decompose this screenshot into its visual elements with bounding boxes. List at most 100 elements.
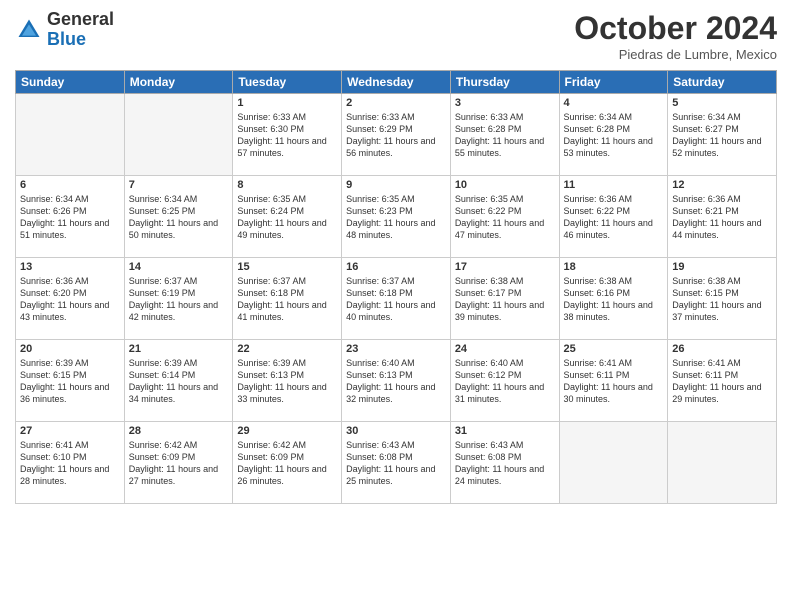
table-row: 3Sunrise: 6:33 AMSunset: 6:28 PMDaylight…	[450, 94, 559, 176]
table-row: 17Sunrise: 6:38 AMSunset: 6:17 PMDayligh…	[450, 258, 559, 340]
table-row: 21 Sunrise: 6:39 AMSunset: 6:14 PMDayligh…	[124, 340, 233, 422]
logo-text: General Blue	[47, 10, 114, 50]
col-monday: Monday	[124, 71, 233, 94]
day-info: Sunrise: 6:33 AMSunset: 6:30 PMDaylight:…	[237, 111, 337, 160]
logo-blue: Blue	[47, 29, 86, 49]
day-number: 30	[346, 425, 446, 437]
day-number: 6	[20, 179, 120, 191]
table-row: 18 Sunrise: 6:38 AMSunset: 6:16 PMDayligh…	[559, 258, 668, 340]
table-row: 23Sunrise: 6:40 AMSunset: 6:13 PMDayligh…	[342, 340, 451, 422]
logo: General Blue	[15, 10, 114, 50]
calendar-week-row: 1 Sunrise: 6:33 AMSunset: 6:30 PMDaylight…	[16, 94, 777, 176]
month-title: October 2024	[574, 10, 777, 47]
table-row: 2Sunrise: 6:33 AMSunset: 6:29 PMDaylight…	[342, 94, 451, 176]
day-info: Sunrise: 6:37 AMSunset: 6:18 PMDaylight:…	[346, 275, 446, 324]
col-saturday: Saturday	[668, 71, 777, 94]
day-number: 15	[237, 261, 337, 273]
table-row: 8 Sunrise: 6:35 AMSunset: 6:24 PMDaylight…	[233, 176, 342, 258]
table-row: 29 Sunrise: 6:42 AMSunset: 6:09 PMDayligh…	[233, 422, 342, 504]
day-info: Sunrise: 6:34 AMSunset: 6:25 PMDaylight:…	[129, 193, 229, 242]
table-row: 19 Sunrise: 6:38 AMSunset: 6:15 PMDayligh…	[668, 258, 777, 340]
day-info: Sunrise: 6:41 AMSunset: 6:11 PMDaylight:…	[672, 357, 772, 406]
table-row: 22Sunrise: 6:39 AMSunset: 6:13 PMDayligh…	[233, 340, 342, 422]
day-number: 27	[20, 425, 120, 437]
day-number: 28	[129, 425, 229, 437]
table-row: 28Sunrise: 6:42 AMSunset: 6:09 PMDayligh…	[124, 422, 233, 504]
table-row: 9 Sunrise: 6:35 AMSunset: 6:23 PMDaylight…	[342, 176, 451, 258]
day-number: 5	[672, 97, 772, 109]
day-info: Sunrise: 6:36 AMSunset: 6:20 PMDaylight:…	[20, 275, 120, 324]
logo-general: General	[47, 9, 114, 29]
table-row: 6 Sunrise: 6:34 AMSunset: 6:26 PMDaylight…	[16, 176, 125, 258]
table-row: 26 Sunrise: 6:41 AMSunset: 6:11 PMDayligh…	[668, 340, 777, 422]
day-number: 1	[237, 97, 337, 109]
day-number: 23	[346, 343, 446, 355]
table-row	[124, 94, 233, 176]
day-number: 26	[672, 343, 772, 355]
day-info: Sunrise: 6:38 AMSunset: 6:15 PMDaylight:…	[672, 275, 772, 324]
day-info: Sunrise: 6:34 AMSunset: 6:26 PMDaylight:…	[20, 193, 120, 242]
day-info: Sunrise: 6:35 AMSunset: 6:23 PMDaylight:…	[346, 193, 446, 242]
day-info: Sunrise: 6:39 AMSunset: 6:13 PMDaylight:…	[237, 357, 337, 406]
day-number: 18	[564, 261, 664, 273]
col-wednesday: Wednesday	[342, 71, 451, 94]
table-row: 14 Sunrise: 6:37 AMSunset: 6:19 PMDayligh…	[124, 258, 233, 340]
day-number: 9	[346, 179, 446, 191]
table-row: 10 Sunrise: 6:35 AMSunset: 6:22 PMDayligh…	[450, 176, 559, 258]
table-row: 16 Sunrise: 6:37 AMSunset: 6:18 PMDayligh…	[342, 258, 451, 340]
day-info: Sunrise: 6:36 AMSunset: 6:22 PMDaylight:…	[564, 193, 664, 242]
table-row	[559, 422, 668, 504]
table-row: 5 Sunrise: 6:34 AMSunset: 6:27 PMDaylight…	[668, 94, 777, 176]
day-info: Sunrise: 6:33 AMSunset: 6:28 PMDaylight:…	[455, 111, 555, 160]
table-row: 15Sunrise: 6:37 AMSunset: 6:18 PMDayligh…	[233, 258, 342, 340]
day-number: 17	[455, 261, 555, 273]
day-number: 11	[564, 179, 664, 191]
table-row: 25Sunrise: 6:41 AMSunset: 6:11 PMDayligh…	[559, 340, 668, 422]
day-number: 24	[455, 343, 555, 355]
location: Piedras de Lumbre, Mexico	[574, 47, 777, 62]
day-info: Sunrise: 6:36 AMSunset: 6:21 PMDaylight:…	[672, 193, 772, 242]
table-row: 12Sunrise: 6:36 AMSunset: 6:21 PMDayligh…	[668, 176, 777, 258]
logo-icon	[15, 16, 43, 44]
day-number: 14	[129, 261, 229, 273]
col-tuesday: Tuesday	[233, 71, 342, 94]
calendar-week-row: 6 Sunrise: 6:34 AMSunset: 6:26 PMDaylight…	[16, 176, 777, 258]
header: General Blue October 2024 Piedras de Lum…	[15, 10, 777, 62]
table-row: 7 Sunrise: 6:34 AMSunset: 6:25 PMDaylight…	[124, 176, 233, 258]
col-sunday: Sunday	[16, 71, 125, 94]
day-number: 19	[672, 261, 772, 273]
day-info: Sunrise: 6:43 AMSunset: 6:08 PMDaylight:…	[346, 439, 446, 488]
day-number: 16	[346, 261, 446, 273]
day-info: Sunrise: 6:35 AMSunset: 6:22 PMDaylight:…	[455, 193, 555, 242]
day-info: Sunrise: 6:37 AMSunset: 6:19 PMDaylight:…	[129, 275, 229, 324]
day-number: 31	[455, 425, 555, 437]
day-info: Sunrise: 6:38 AMSunset: 6:16 PMDaylight:…	[564, 275, 664, 324]
table-row: 1 Sunrise: 6:33 AMSunset: 6:30 PMDaylight…	[233, 94, 342, 176]
day-number: 10	[455, 179, 555, 191]
day-info: Sunrise: 6:43 AMSunset: 6:08 PMDaylight:…	[455, 439, 555, 488]
day-number: 4	[564, 97, 664, 109]
day-info: Sunrise: 6:42 AMSunset: 6:09 PMDaylight:…	[237, 439, 337, 488]
day-info: Sunrise: 6:39 AMSunset: 6:14 PMDaylight:…	[129, 357, 229, 406]
table-row	[16, 94, 125, 176]
title-block: October 2024 Piedras de Lumbre, Mexico	[574, 10, 777, 62]
day-info: Sunrise: 6:41 AMSunset: 6:10 PMDaylight:…	[20, 439, 120, 488]
table-row: 24Sunrise: 6:40 AMSunset: 6:12 PMDayligh…	[450, 340, 559, 422]
table-row: 11 Sunrise: 6:36 AMSunset: 6:22 PMDayligh…	[559, 176, 668, 258]
calendar-week-row: 20Sunrise: 6:39 AMSunset: 6:15 PMDayligh…	[16, 340, 777, 422]
day-number: 7	[129, 179, 229, 191]
col-thursday: Thursday	[450, 71, 559, 94]
day-info: Sunrise: 6:39 AMSunset: 6:15 PMDaylight:…	[20, 357, 120, 406]
day-number: 8	[237, 179, 337, 191]
day-info: Sunrise: 6:34 AMSunset: 6:28 PMDaylight:…	[564, 111, 664, 160]
day-number: 21	[129, 343, 229, 355]
calendar: Sunday Monday Tuesday Wednesday Thursday…	[15, 70, 777, 504]
day-info: Sunrise: 6:35 AMSunset: 6:24 PMDaylight:…	[237, 193, 337, 242]
table-row: 13Sunrise: 6:36 AMSunset: 6:20 PMDayligh…	[16, 258, 125, 340]
calendar-week-row: 13Sunrise: 6:36 AMSunset: 6:20 PMDayligh…	[16, 258, 777, 340]
table-row: 31 Sunrise: 6:43 AMSunset: 6:08 PMDayligh…	[450, 422, 559, 504]
day-number: 25	[564, 343, 664, 355]
day-number: 29	[237, 425, 337, 437]
calendar-header-row: Sunday Monday Tuesday Wednesday Thursday…	[16, 71, 777, 94]
day-info: Sunrise: 6:34 AMSunset: 6:27 PMDaylight:…	[672, 111, 772, 160]
